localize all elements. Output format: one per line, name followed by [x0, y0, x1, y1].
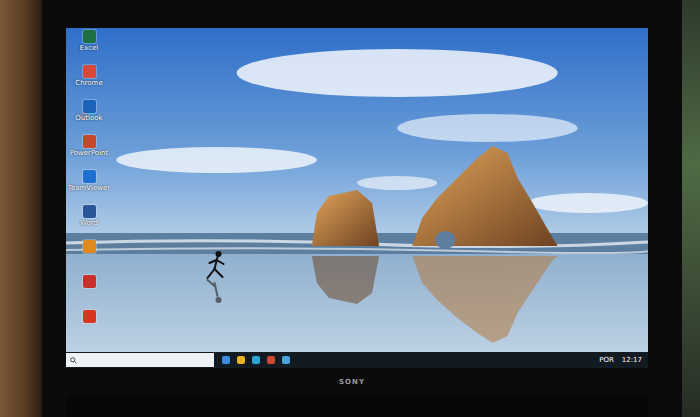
app-icon	[83, 240, 96, 253]
desktop-icon[interactable]	[68, 275, 110, 309]
desktop-icon[interactable]: Excel	[68, 30, 110, 64]
wallpaper	[66, 28, 648, 368]
app-icon	[83, 310, 96, 323]
desktop-icon[interactable]	[68, 310, 110, 344]
desktop-icon[interactable]: Word	[68, 205, 110, 239]
icon-label: PowerPoint	[70, 150, 109, 158]
desktop-icon[interactable]: TeamViewer	[68, 170, 110, 204]
pinned-app-icon[interactable]	[237, 356, 245, 364]
app-icon	[83, 205, 96, 218]
app-icon	[83, 275, 96, 288]
desktop-icon[interactable]	[68, 240, 110, 274]
pinned-app-icon[interactable]	[252, 356, 260, 364]
icon-label: Chrome	[75, 80, 102, 88]
brand-logo: SONY	[339, 378, 365, 386]
pinned-app-icon[interactable]	[222, 356, 230, 364]
desktop-icon[interactable]: Outlook	[68, 100, 110, 134]
icon-label: Outlook	[75, 115, 102, 123]
desktop-icon[interactable]: Chrome	[68, 65, 110, 99]
icon-label: TeamViewer	[68, 185, 110, 193]
icon-label: Word	[80, 220, 98, 228]
desktop-icon[interactable]: PowerPoint	[68, 135, 110, 169]
monitor: Excel Chrome Outlook PowerPoint TeamViewer Wo…	[42, 0, 682, 417]
language-indicator[interactable]: POR	[599, 356, 614, 364]
app-icon	[83, 30, 96, 43]
app-icon	[83, 65, 96, 78]
taskbar: POR 12:17	[66, 352, 648, 368]
pinned-app-icon[interactable]	[282, 356, 290, 364]
app-icon	[83, 170, 96, 183]
app-icon	[83, 100, 96, 113]
room: Excel Chrome Outlook PowerPoint TeamViewer Wo…	[0, 0, 700, 417]
search-box[interactable]	[66, 353, 214, 367]
desktop: Excel Chrome Outlook PowerPoint TeamViewer Wo…	[66, 28, 648, 352]
screen: Excel Chrome Outlook PowerPoint TeamViewer Wo…	[66, 28, 648, 368]
pinned-app-icon[interactable]	[267, 356, 275, 364]
wood-wall	[0, 0, 42, 417]
bezel: SONY	[66, 368, 648, 395]
plant	[682, 0, 700, 417]
pinned-apps	[222, 356, 290, 364]
icon-label: Excel	[80, 45, 99, 53]
search-icon	[70, 357, 77, 364]
stand	[66, 395, 648, 417]
app-icon	[83, 135, 96, 148]
clock[interactable]: 12:17	[622, 356, 642, 364]
